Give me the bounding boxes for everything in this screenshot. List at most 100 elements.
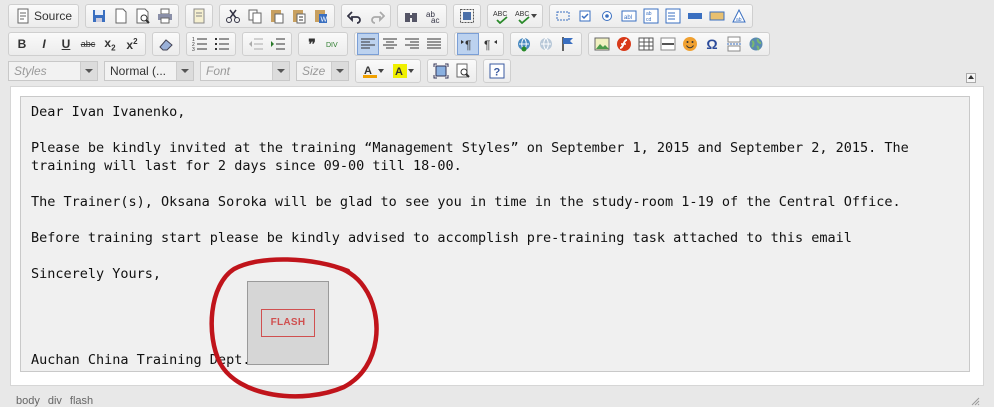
format-combo[interactable]: Normal (...: [104, 61, 194, 81]
path-item-body[interactable]: body: [16, 395, 40, 407]
redo-button[interactable]: [366, 5, 388, 27]
italic-button[interactable]: I: [33, 33, 55, 55]
button-field-icon: [688, 13, 703, 19]
form-button[interactable]: [552, 5, 574, 27]
select-all-button[interactable]: [456, 5, 478, 27]
unlink-button[interactable]: [535, 33, 557, 55]
create-div-button[interactable]: DIV: [323, 33, 345, 55]
text-field-button[interactable]: abl: [618, 5, 640, 27]
link-button[interactable]: [513, 33, 535, 55]
textarea-button[interactable]: ab cd: [640, 5, 662, 27]
maximize-icon: [433, 63, 449, 79]
checkbox-button[interactable]: [574, 5, 596, 27]
basic-styles-group: B I U abc x2 x2: [8, 32, 146, 56]
eraser-icon: [159, 39, 173, 51]
horizontal-rule-button[interactable]: [657, 33, 679, 55]
save-icon: [93, 10, 106, 22]
align-left-button[interactable]: [357, 33, 379, 55]
numbered-list-icon: 123: [192, 37, 207, 52]
print-button[interactable]: [154, 5, 176, 27]
align-right-button[interactable]: [401, 33, 423, 55]
colors-group: A A: [355, 59, 421, 83]
align-center-button[interactable]: [379, 33, 401, 55]
page-break-button[interactable]: [723, 33, 745, 55]
chevron-down-icon[interactable]: [176, 62, 193, 80]
svg-text:ab: ab: [736, 17, 742, 23]
subscript-button[interactable]: x2: [99, 33, 121, 55]
radio-button[interactable]: [596, 5, 618, 27]
scayt-button[interactable]: ABC: [512, 5, 540, 27]
spell-group: ABC ABC: [487, 4, 544, 28]
maximize-button[interactable]: [430, 60, 452, 82]
styles-combo[interactable]: Styles: [8, 61, 98, 81]
omega-icon: Ω: [706, 36, 718, 52]
outdent-button[interactable]: [245, 33, 267, 55]
source-group: Source: [8, 4, 80, 28]
preview-icon: [136, 8, 150, 24]
templates-button[interactable]: [188, 5, 210, 27]
background-color-button[interactable]: A: [388, 60, 418, 82]
collapse-toolbar-button[interactable]: [966, 73, 976, 83]
font-combo[interactable]: Font: [200, 61, 290, 81]
hidden-field-button[interactable]: ab: [728, 5, 750, 27]
textarea-icon: abcd: [643, 8, 659, 24]
special-char-button[interactable]: Ω: [701, 33, 723, 55]
find-button[interactable]: [400, 5, 422, 27]
indent-button[interactable]: [267, 33, 289, 55]
editor-content[interactable]: Dear Ivan Ivanenko, Please be kindly inv…: [20, 96, 970, 372]
replace-button[interactable]: ab ac: [422, 5, 444, 27]
svg-text:¶: ¶: [484, 38, 490, 52]
preview-button[interactable]: [132, 5, 154, 27]
ltr-button[interactable]: ¶: [457, 33, 479, 55]
spellcheck-button[interactable]: ABC: [490, 5, 512, 27]
cut-button[interactable]: [222, 5, 244, 27]
numbered-list-button[interactable]: 123: [189, 33, 211, 55]
undo-group: [341, 4, 392, 28]
flash-button[interactable]: [613, 33, 635, 55]
chevron-down-icon[interactable]: [272, 62, 289, 80]
paste-text-button[interactable]: [288, 5, 310, 27]
strike-button[interactable]: abc: [77, 33, 99, 55]
image-button[interactable]: [591, 33, 613, 55]
image-button-field-button[interactable]: [706, 5, 728, 27]
svg-text:¶: ¶: [465, 38, 471, 52]
table-icon: [638, 37, 654, 51]
bold-button[interactable]: B: [11, 33, 33, 55]
save-button[interactable]: [88, 5, 110, 27]
blockquote-button[interactable]: ❞: [301, 33, 323, 55]
bulleted-list-button[interactable]: [211, 33, 233, 55]
text-color-button[interactable]: A: [358, 60, 388, 82]
paste-word-button[interactable]: W: [310, 5, 332, 27]
remove-format-button[interactable]: [155, 33, 177, 55]
underline-button[interactable]: U: [55, 33, 77, 55]
svg-text:?: ?: [494, 67, 501, 79]
path-item-div[interactable]: div: [48, 395, 62, 407]
align-justify-button[interactable]: [423, 33, 445, 55]
outdent-icon: [249, 38, 263, 50]
smiley-button[interactable]: [679, 33, 701, 55]
about-button[interactable]: ?: [486, 60, 508, 82]
button-field-button[interactable]: [684, 5, 706, 27]
table-button[interactable]: [635, 33, 657, 55]
iframe-button[interactable]: [745, 33, 767, 55]
select-field-button[interactable]: [662, 5, 684, 27]
anchor-button[interactable]: [557, 33, 579, 55]
size-combo[interactable]: Size: [296, 61, 349, 81]
superscript-button[interactable]: x2: [121, 33, 143, 55]
svg-text:ABC: ABC: [515, 11, 529, 18]
chevron-down-icon[interactable]: [331, 62, 348, 80]
rtl-button[interactable]: ¶: [479, 33, 501, 55]
undo-button[interactable]: [344, 5, 366, 27]
show-blocks-button[interactable]: [452, 60, 474, 82]
new-page-button[interactable]: [110, 5, 132, 27]
paste-button[interactable]: [266, 5, 288, 27]
globe-icon: [749, 37, 763, 51]
source-button[interactable]: Source: [11, 5, 76, 27]
resize-grip-icon[interactable]: [970, 396, 980, 406]
tools-group: [427, 59, 477, 83]
toolbar-row-3: Styles Normal (... Font Size A A ?: [8, 58, 517, 84]
path-item-flash[interactable]: flash: [70, 395, 93, 407]
smiley-icon: [683, 37, 697, 51]
chevron-down-icon[interactable]: [80, 62, 97, 80]
copy-button[interactable]: [244, 5, 266, 27]
